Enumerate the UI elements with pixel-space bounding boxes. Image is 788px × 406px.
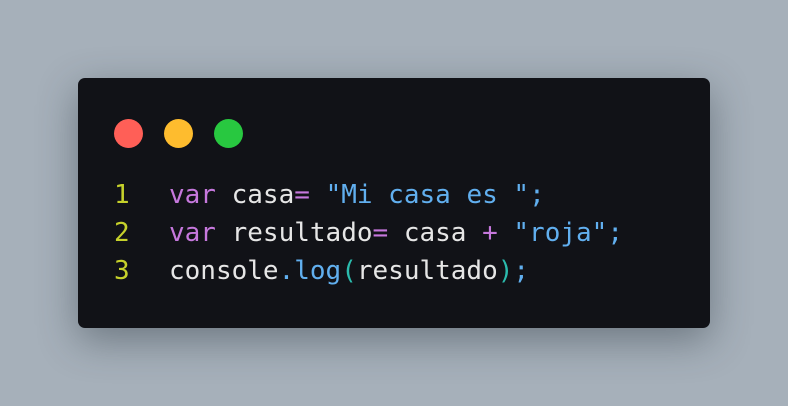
close-icon[interactable] bbox=[114, 119, 143, 148]
code-token-keyword: + bbox=[482, 218, 498, 248]
code-line: 1 var casa= "Mi casa es "; bbox=[78, 176, 710, 214]
code-token-paren: ) bbox=[497, 256, 514, 286]
code-token-keyword: var bbox=[169, 218, 216, 248]
line-number: 2 bbox=[114, 218, 130, 248]
code-line: 3 console.log(resultado); bbox=[78, 252, 710, 290]
code-window: 1 var casa= "Mi casa es "; 2 var resultado=… bbox=[78, 78, 710, 328]
code-token-plain: casa bbox=[388, 218, 483, 248]
code-token-plain: console bbox=[169, 256, 279, 286]
window-controls bbox=[114, 119, 243, 148]
code-token-keyword: var bbox=[169, 180, 216, 210]
code-token-plain: resultado bbox=[215, 218, 373, 248]
code-token-keyword: = bbox=[372, 218, 389, 248]
code-token-plain: resultado bbox=[356, 256, 498, 286]
code-block: 1 var casa= "Mi casa es "; 2 var resultado=… bbox=[78, 176, 710, 290]
code-text: console.log(resultado); bbox=[169, 252, 529, 290]
code-token-string: ; bbox=[529, 180, 545, 210]
code-text: var casa= "Mi casa es "; bbox=[169, 176, 545, 214]
code-token-method: log bbox=[294, 256, 342, 286]
minimize-icon[interactable] bbox=[164, 119, 193, 148]
code-token-paren: ( bbox=[341, 256, 357, 286]
code-token-keyword: = bbox=[294, 180, 310, 210]
code-token-method: . bbox=[278, 256, 295, 286]
code-token-string: ; bbox=[513, 256, 530, 286]
maximize-icon[interactable] bbox=[214, 119, 243, 148]
code-text: var resultado= casa + "roja"; bbox=[169, 214, 623, 252]
code-token-string: "roja" bbox=[513, 218, 608, 248]
code-token-plain: casa bbox=[215, 180, 295, 210]
code-token-string: "Mi casa es " bbox=[325, 180, 530, 210]
code-token-string: ; bbox=[607, 218, 623, 248]
code-line: 2 var resultado= casa + "roja"; bbox=[78, 214, 710, 252]
line-number: 3 bbox=[114, 256, 130, 286]
line-number: 1 bbox=[114, 180, 130, 210]
